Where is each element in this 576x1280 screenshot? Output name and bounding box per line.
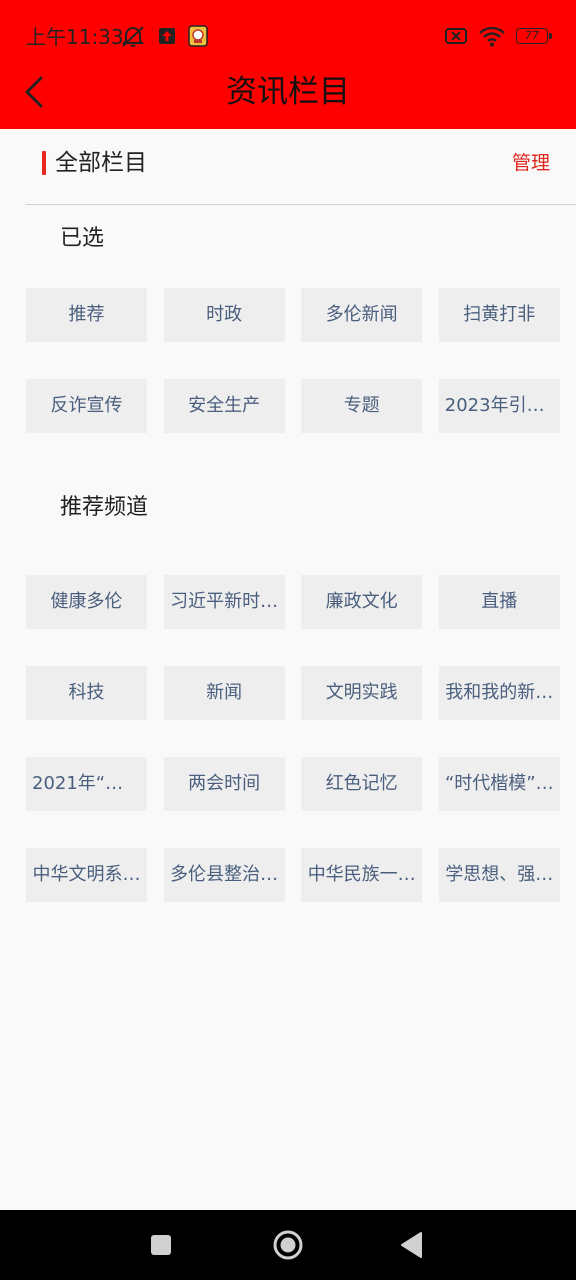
recommended-channel-chip[interactable]: 多伦县整治… bbox=[163, 848, 285, 902]
recommended-channel-grid: 健康多伦 习近平新时… 廉政文化 直播科技 新闻 文明实践 我和我的新… 2021年“弘… 两会… bbox=[26, 575, 560, 902]
selected-channel-chip[interactable]: 时政 bbox=[163, 288, 285, 342]
chevron-left-icon bbox=[25, 76, 43, 108]
wifi-icon bbox=[479, 26, 505, 47]
upload-notification-icon bbox=[159, 28, 175, 44]
mute-icon bbox=[121, 26, 145, 47]
recommended-channel-chip[interactable]: 红色记忆 bbox=[301, 757, 423, 811]
recommended-channel-chip[interactable]: 文明实践 bbox=[301, 666, 423, 720]
manage-button[interactable]: 管理 bbox=[512, 149, 550, 177]
recommended-channel-chip[interactable]: 新闻 bbox=[163, 666, 285, 720]
status-bar: 上午11:33 77 bbox=[0, 0, 576, 70]
recommended-channel-chip[interactable]: 中华民族一… bbox=[301, 848, 423, 902]
recommended-channel-chip[interactable]: 2021年“弘… bbox=[26, 757, 147, 811]
selected-channel-chip[interactable]: 专题 bbox=[301, 379, 423, 433]
recommended-channel-chip[interactable]: 直播 bbox=[438, 575, 560, 629]
home-button[interactable] bbox=[270, 1227, 306, 1263]
home-icon bbox=[273, 1230, 303, 1260]
page-title: 资讯栏目 bbox=[226, 74, 350, 110]
recommended-channel-chip[interactable]: 中华文明系… bbox=[26, 848, 147, 902]
selected-channel-chip[interactable]: 扫黄打非 bbox=[438, 288, 560, 342]
section-accent-bar bbox=[42, 151, 46, 175]
system-back-button[interactable] bbox=[394, 1227, 430, 1263]
battery-icon: 77 bbox=[516, 28, 552, 44]
selected-channel-chip[interactable]: 安全生产 bbox=[163, 379, 285, 433]
section-header: 全部栏目 管理 bbox=[0, 129, 576, 205]
recommended-channel-chip[interactable]: 廉政文化 bbox=[301, 575, 423, 629]
status-left-icons bbox=[120, 24, 208, 48]
sim-off-icon bbox=[445, 28, 467, 44]
battery-level: 77 bbox=[525, 29, 539, 42]
header: 上午11:33 77 资讯栏目 bbox=[0, 0, 576, 129]
recent-apps-button[interactable] bbox=[143, 1227, 179, 1263]
selected-label: 已选 bbox=[60, 226, 105, 251]
recommended-channel-chip[interactable]: 两会时间 bbox=[163, 757, 285, 811]
selected-channel-grid: 推荐 时政 多伦新闻 扫黄打非反诈宣传 安全生产 专题 2023年引中… bbox=[26, 288, 560, 433]
back-triangle-icon bbox=[401, 1232, 422, 1258]
recommended-channel-chip[interactable]: 学思想、强… bbox=[438, 848, 560, 902]
status-right-icons: 77 bbox=[444, 24, 552, 48]
recommended-channel-chip[interactable]: 健康多伦 bbox=[26, 575, 147, 629]
app-notification-icon bbox=[188, 25, 208, 47]
recommended-label: 推荐频道 bbox=[60, 495, 149, 520]
recommended-channel-chip[interactable]: 我和我的新… bbox=[438, 666, 560, 720]
recommended-channel-chip[interactable]: 习近平新时… bbox=[163, 575, 285, 629]
recommended-channel-chip[interactable]: 科技 bbox=[26, 666, 147, 720]
system-nav-bar bbox=[0, 1210, 576, 1280]
selected-channel-chip[interactable]: 推荐 bbox=[26, 288, 147, 342]
recent-apps-icon bbox=[151, 1235, 171, 1255]
selected-channel-chip[interactable]: 多伦新闻 bbox=[301, 288, 423, 342]
section-title: 全部栏目 bbox=[55, 150, 147, 176]
selected-channel-chip[interactable]: 反诈宣传 bbox=[26, 379, 147, 433]
app-screen: 上午11:33 77 资讯栏目 全部栏目 管理 已选 推荐 时政 多伦新闻 扫黄… bbox=[0, 0, 576, 1280]
recommended-channel-chip[interactable]: “时代楷模”… bbox=[438, 757, 560, 811]
selected-channel-chip[interactable]: 2023年引中… bbox=[438, 379, 560, 433]
back-button[interactable] bbox=[14, 70, 54, 114]
status-time: 上午11:33 bbox=[26, 25, 124, 49]
section-divider bbox=[26, 204, 576, 205]
